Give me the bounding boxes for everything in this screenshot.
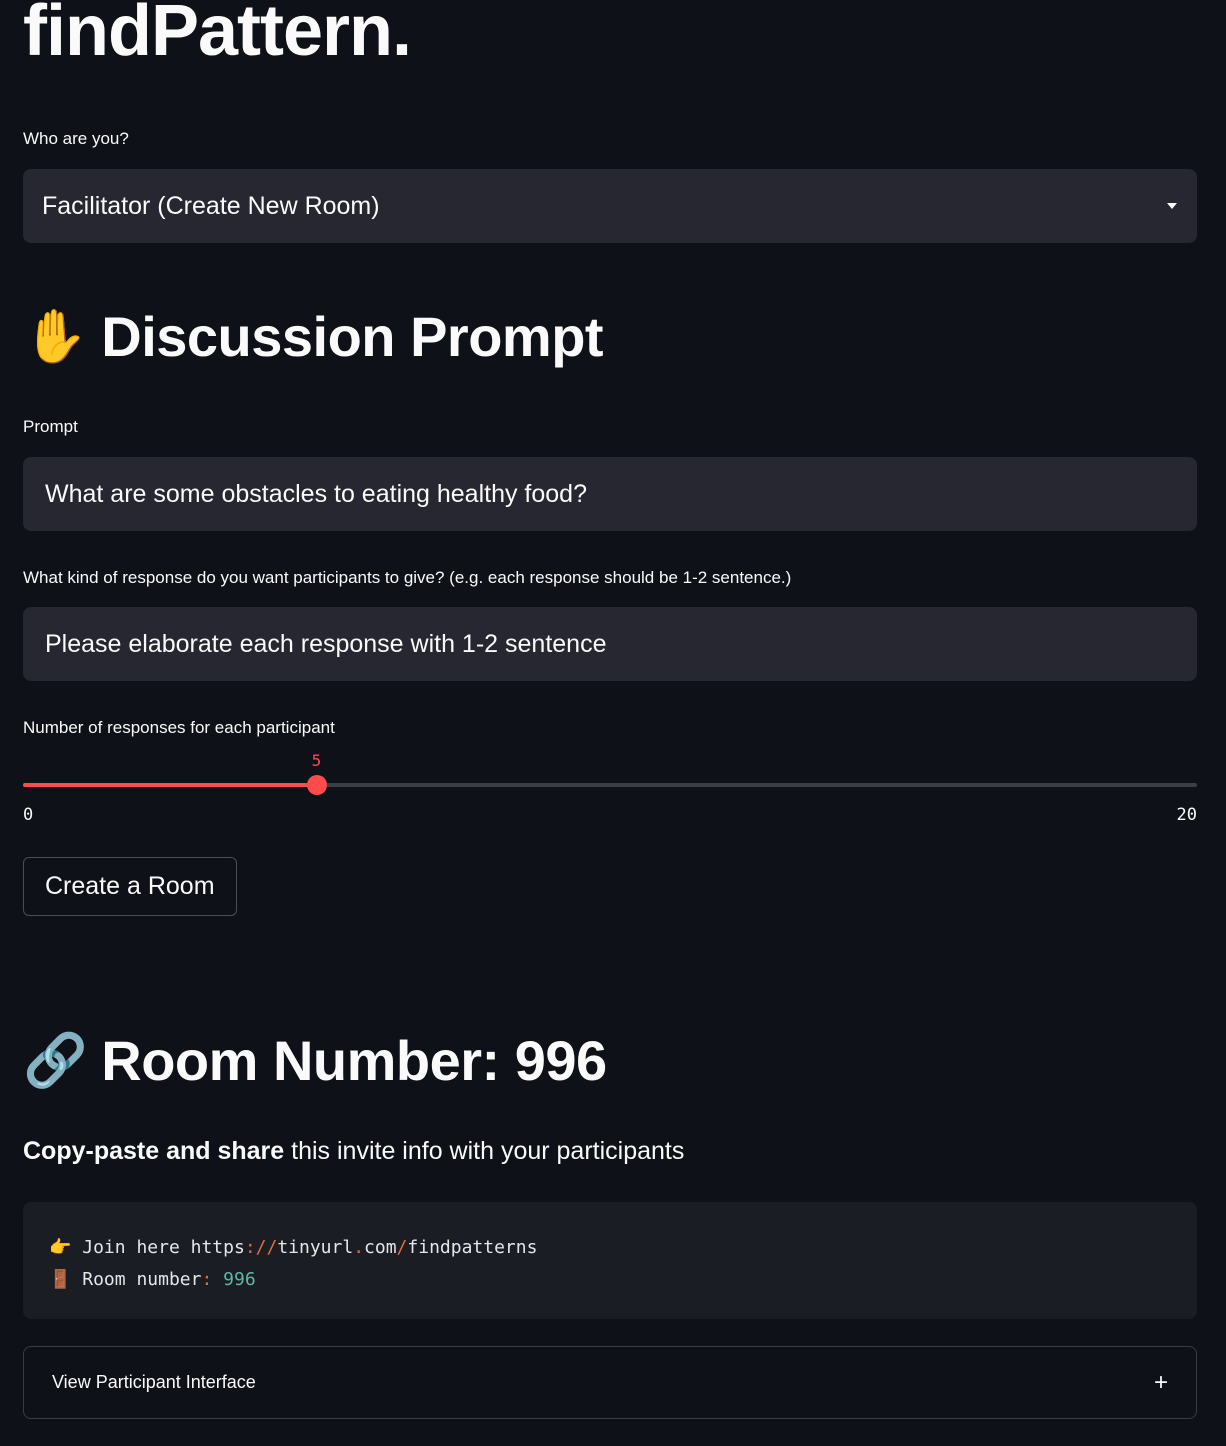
url-host: tinyurl: [277, 1237, 354, 1258]
slider-value: 5: [311, 751, 322, 770]
invite-bold-text: Copy-paste and share: [23, 1137, 285, 1165]
join-text: Join here https: [71, 1237, 245, 1258]
role-label: Who are you?: [23, 129, 129, 148]
invite-rest-text: this invite info with your participants: [284, 1137, 685, 1165]
create-room-button[interactable]: Create a Room: [23, 857, 237, 916]
slider-fill: [23, 783, 317, 787]
response-type-input[interactable]: [23, 607, 1197, 681]
slider-thumb[interactable]: [306, 775, 327, 795]
link-icon: 🔗: [23, 1031, 88, 1090]
response-type-label: What kind of response do you want partic…: [23, 568, 792, 587]
room-number-value: 996: [223, 1269, 256, 1290]
view-participant-interface-expander[interactable]: View Participant Interface +: [23, 1346, 1197, 1419]
room-number-title: Room Number: 996: [101, 1029, 607, 1092]
url-domain: com: [364, 1237, 397, 1258]
invite-code-block[interactable]: 👉 Join here https://tinyurl.com/findpatt…: [23, 1202, 1197, 1319]
invite-instructions: Copy-paste and share this invite info wi…: [23, 1137, 684, 1166]
url-path: findpatterns: [407, 1237, 538, 1258]
url-dot: .: [353, 1237, 365, 1258]
room-number-text: Room number: [71, 1269, 202, 1290]
expander-label: View Participant Interface: [52, 1372, 256, 1392]
raised-hand-icon: ✋: [23, 307, 88, 366]
plus-icon: +: [1153, 1368, 1168, 1396]
room-number-colon: :: [201, 1269, 224, 1290]
responses-count-slider[interactable]: 5 0 20: [23, 750, 1197, 830]
app-title: findPattern.: [23, 0, 412, 71]
slider-max-label: 20: [1176, 805, 1197, 825]
url-slash: /: [396, 1237, 408, 1258]
discussion-prompt-heading: ✋ Discussion Prompt: [23, 304, 604, 369]
prompt-label: Prompt: [23, 417, 78, 436]
url-separator: ://: [244, 1237, 278, 1258]
chevron-down-icon: [1167, 203, 1177, 209]
discussion-prompt-title: Discussion Prompt: [101, 305, 604, 368]
door-icon: 🚪: [49, 1269, 72, 1290]
room-number-heading: 🔗 Room Number: 996: [23, 1028, 607, 1093]
prompt-input[interactable]: [23, 457, 1197, 531]
pointing-hand-icon: 👉: [49, 1237, 72, 1258]
role-select[interactable]: Facilitator (Create New Room): [23, 169, 1197, 243]
slider-min-label: 0: [23, 805, 34, 825]
responses-count-label: Number of responses for each participant: [23, 718, 335, 737]
role-select-value: Facilitator (Create New Room): [42, 191, 380, 220]
